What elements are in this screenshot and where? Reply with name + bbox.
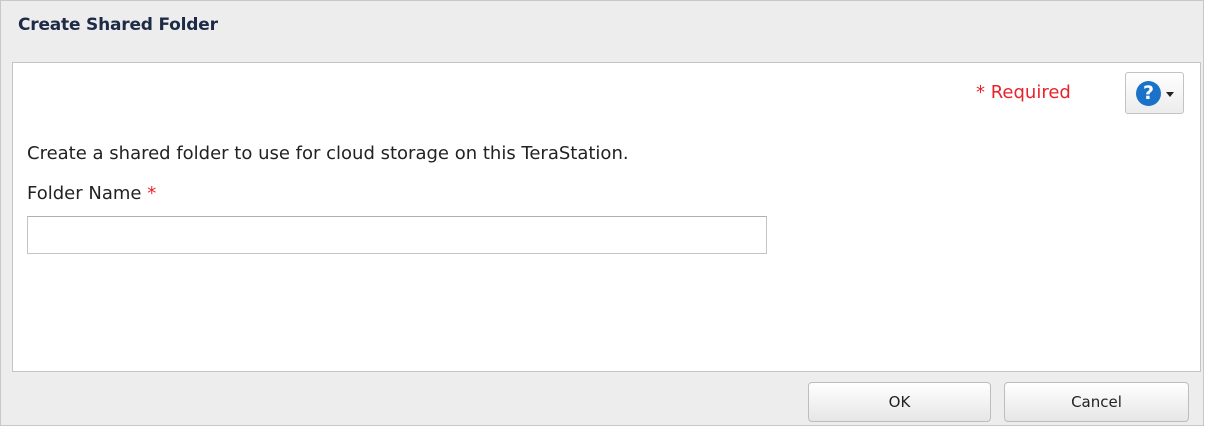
ok-button[interactable]: OK	[808, 382, 991, 422]
folder-description: Create a shared folder to use for cloud …	[27, 143, 629, 164]
required-note: * Required	[976, 82, 1071, 103]
folder-name-label: Folder Name *	[27, 183, 156, 204]
create-shared-folder-dialog: Create Shared Folder * Required ? Create…	[0, 0, 1204, 426]
folder-name-required-star: *	[147, 183, 157, 204]
help-button[interactable]: ?	[1125, 72, 1184, 114]
question-circle-icon: ?	[1136, 81, 1161, 106]
required-label: Required	[990, 82, 1071, 103]
chevron-down-icon	[1166, 92, 1174, 97]
required-star: *	[976, 82, 985, 103]
folder-name-label-text: Folder Name	[27, 183, 142, 204]
dialog-content: * Required ? Create a shared folder to u…	[12, 62, 1201, 372]
folder-name-input[interactable]	[27, 216, 767, 254]
dialog-title: Create Shared Folder	[18, 15, 218, 35]
cancel-button[interactable]: Cancel	[1004, 382, 1189, 422]
